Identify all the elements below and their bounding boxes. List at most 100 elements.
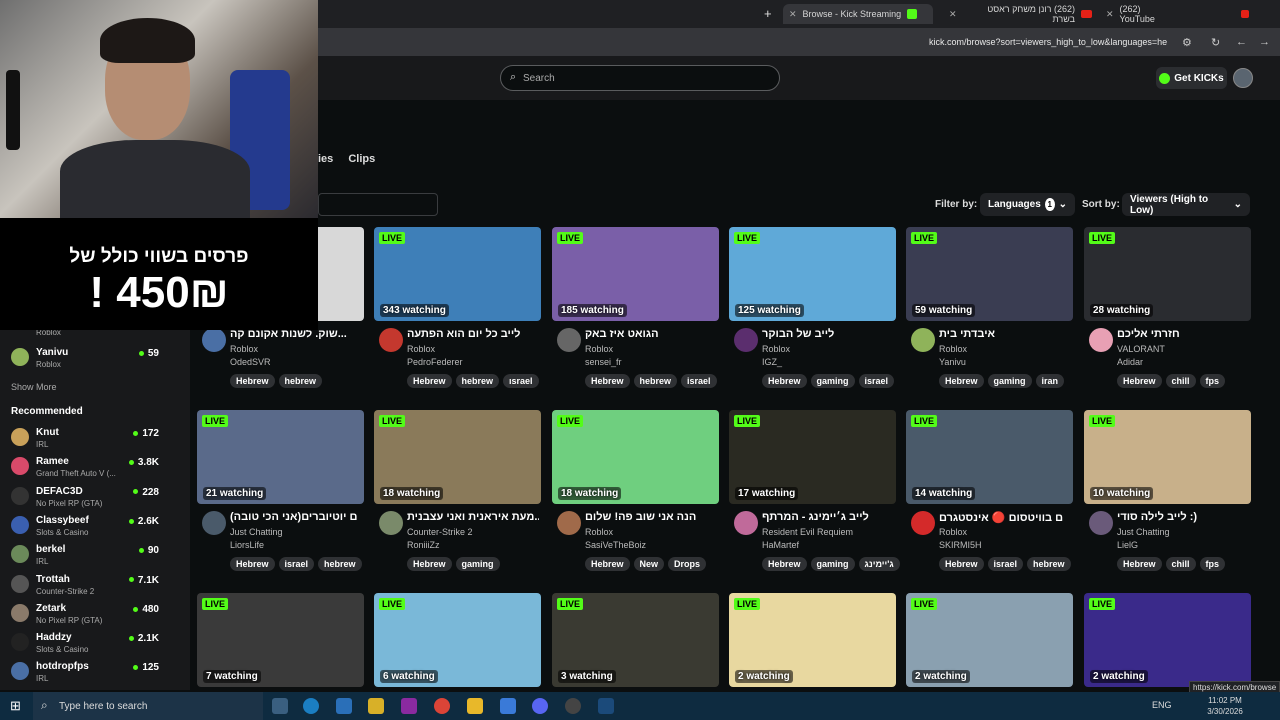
chrome-icon[interactable] [434, 698, 450, 714]
show-more-link[interactable]: Show More [11, 382, 57, 392]
stream-tag[interactable]: israel [858, 374, 895, 388]
stream-tag[interactable]: Hebrew [762, 374, 807, 388]
stream-thumbnail[interactable]: LIVE 59 watching [906, 227, 1073, 321]
streamer-name[interactable]: OdedSVR [230, 357, 271, 367]
avatar[interactable] [202, 328, 226, 352]
stream-thumbnail[interactable]: LIVE 185 watching [552, 227, 719, 321]
avatar[interactable] [911, 328, 935, 352]
stream-tag[interactable]: chill [1165, 557, 1196, 571]
stream-tag[interactable]: gaming [455, 557, 500, 571]
close-tab-icon[interactable]: ✕ [789, 9, 797, 20]
sidebar-item-recommended[interactable]: Zetark No Pixel RP (GTA) 480 [11, 600, 181, 628]
stream-tag[interactable]: Hebrew [230, 557, 275, 571]
stream-tag[interactable]: Hebrew [407, 374, 452, 388]
stream-title[interactable]: לייב ג׳יימינג - המרתף [762, 511, 894, 523]
stream-tag[interactable]: New [633, 557, 665, 571]
edge-icon[interactable] [303, 698, 319, 714]
stream-tag[interactable]: Hebrew [939, 374, 984, 388]
stream-tag[interactable]: ג'יימינג [858, 557, 900, 571]
stream-category[interactable]: Roblox [939, 527, 967, 537]
avatar[interactable] [379, 328, 403, 352]
streamer-name[interactable]: SKIRMI5H [939, 540, 982, 550]
streamer-name[interactable]: sensei_fr [585, 357, 622, 367]
avatar[interactable] [1089, 328, 1113, 352]
avatar[interactable] [734, 511, 758, 535]
tab-youtube[interactable]: ✕ (262) YouTube [1100, 4, 1255, 24]
stream-thumbnail[interactable]: LIVE 18 watching [374, 410, 541, 504]
file-explorer-icon[interactable] [467, 698, 483, 714]
sidebar-item-recommended[interactable]: DEFAC3D No Pixel RP (GTA) 228 [11, 483, 181, 511]
stream-tag[interactable]: hebrew [318, 557, 362, 571]
stream-category[interactable]: Roblox [585, 527, 613, 537]
close-tab-icon[interactable]: ✕ [949, 9, 957, 20]
stream-category[interactable]: Just Chatting [230, 527, 283, 537]
site-settings-icon[interactable]: ⚙ [1182, 36, 1192, 49]
steam-icon[interactable] [598, 698, 614, 714]
sidebar-item-recommended[interactable]: Ramee Grand Theft Auto V (... 3.8K [11, 453, 181, 481]
user-avatar[interactable] [1233, 68, 1253, 88]
stream-thumbnail[interactable]: LIVE 2 watching [1084, 593, 1251, 687]
stream-thumbnail[interactable]: LIVE 2 watching [906, 593, 1073, 687]
streamer-name[interactable]: Adidar [1117, 357, 1143, 367]
search-input[interactable]: ⌕ Search [500, 65, 780, 91]
tab-clips[interactable]: Clips [348, 153, 375, 165]
stream-title[interactable]: ם יוטיוברים(אני הכי טובה) [230, 511, 362, 523]
stream-title[interactable]: ם בוויטסום 🔴 אינסטגרם [939, 511, 1071, 524]
avatar[interactable] [557, 511, 581, 535]
stream-category[interactable]: Counter-Strike 2 [407, 527, 473, 537]
filter-input[interactable] [318, 193, 438, 216]
get-kicks-button[interactable]: Get KICKs [1156, 67, 1227, 89]
stream-title[interactable]: לייב כל יום הוא הפתעה [407, 328, 539, 340]
stream-thumbnail[interactable]: LIVE 343 watching [374, 227, 541, 321]
streamer-name[interactable]: SasiVeTheBoiz [585, 540, 646, 550]
stream-tag[interactable]: Hebrew [230, 374, 275, 388]
stream-tag[interactable]: gaming [810, 557, 855, 571]
stream-title[interactable]: איבדתי בית [939, 328, 1071, 340]
stream-title[interactable]: הנה אני שוב פה! שלום [585, 511, 717, 523]
stream-category[interactable]: Just Chatting [1117, 527, 1170, 537]
stream-tag[interactable]: fps [1199, 557, 1226, 571]
language-indicator[interactable]: ENG [1152, 700, 1172, 710]
avatar[interactable] [1089, 511, 1113, 535]
streamer-name[interactable]: LiorsLife [230, 540, 264, 550]
stream-tag[interactable]: hebrew [633, 374, 678, 388]
sidebar-item-recommended[interactable]: Haddzy Slots & Casino 2.1K [11, 629, 181, 657]
stream-thumbnail[interactable]: LIVE 18 watching [552, 410, 719, 504]
streamer-name[interactable]: PedroFederer [407, 357, 463, 367]
stream-tag[interactable]: Hebrew [1117, 557, 1162, 571]
sidebar-item-recommended[interactable]: Knut IRL 172 [11, 424, 181, 452]
forward-icon[interactable]: → [1259, 36, 1270, 48]
stream-tag[interactable]: israel [278, 557, 315, 571]
task-view-icon[interactable] [272, 698, 288, 714]
avatar[interactable] [911, 511, 935, 535]
stream-tag[interactable]: fps [1199, 374, 1226, 388]
stream-thumbnail[interactable]: LIVE 3 watching [552, 593, 719, 687]
streamer-name[interactable]: IGZ_ [762, 357, 782, 367]
sidebar-item-recommended[interactable]: Trottah Counter-Strike 2 7.1K [11, 571, 181, 599]
stream-tag[interactable]: Hebrew [585, 557, 630, 571]
stream-tag[interactable]: gaming [810, 374, 855, 388]
streamer-name[interactable]: LielG [1117, 540, 1138, 550]
stream-title[interactable]: חזרתי אליכם [1117, 328, 1249, 340]
stream-tag[interactable]: Hebrew [407, 557, 452, 571]
streamer-name[interactable]: Yanivu [939, 357, 966, 367]
sort-dropdown[interactable]: Viewers (High to Low) ⌄ [1122, 193, 1250, 216]
avatar[interactable] [379, 511, 403, 535]
app-icon[interactable] [401, 698, 417, 714]
avatar[interactable] [202, 511, 226, 535]
stream-thumbnail[interactable]: LIVE 7 watching [197, 593, 364, 687]
reload-icon[interactable]: ↻ [1211, 36, 1220, 49]
stream-tag[interactable]: Drops [668, 557, 707, 571]
stream-tag[interactable]: israel [987, 557, 1024, 571]
stream-category[interactable]: Roblox [230, 344, 258, 354]
stream-title[interactable]: לייב של הבוקר [762, 328, 894, 340]
stream-category[interactable]: Resident Evil Requiem [762, 527, 853, 537]
back-icon[interactable]: ← [1236, 36, 1247, 48]
stream-tag[interactable]: Hebrew [1117, 374, 1162, 388]
stream-tag[interactable]: hebrew [455, 374, 500, 388]
taskbar-clock[interactable]: 11:02 PM 3/30/2026 [1205, 695, 1245, 717]
stream-category[interactable]: Roblox [939, 344, 967, 354]
taskbar-search-input[interactable]: ⌕ Type here to search [33, 692, 263, 720]
stream-title[interactable]: הגואט איז באק [585, 328, 717, 340]
tab-categories[interactable]: ies [318, 153, 333, 165]
